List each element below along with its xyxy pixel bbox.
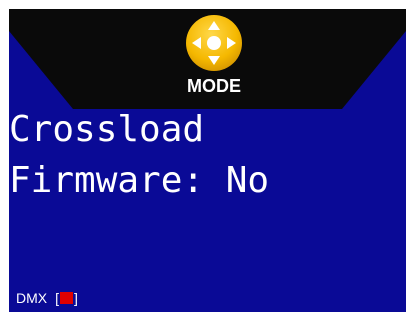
dmx-label: DMX bbox=[16, 290, 48, 306]
dmx-bracket-open: [ bbox=[55, 290, 60, 306]
dpad-arrows-icon[interactable] bbox=[185, 14, 243, 72]
dmx-indicator-icon bbox=[60, 292, 74, 304]
status-line-firmware: Firmware: No bbox=[9, 160, 270, 201]
dmx-status: DMX [ ] bbox=[16, 290, 78, 306]
mode-label: MODE bbox=[187, 76, 241, 96]
dmx-bracket-close: ] bbox=[74, 290, 78, 306]
status-line-crossload: Crossload bbox=[9, 109, 205, 150]
device-screen: MODE Crossload Firmware: No DMX [ ] bbox=[9, 9, 406, 312]
